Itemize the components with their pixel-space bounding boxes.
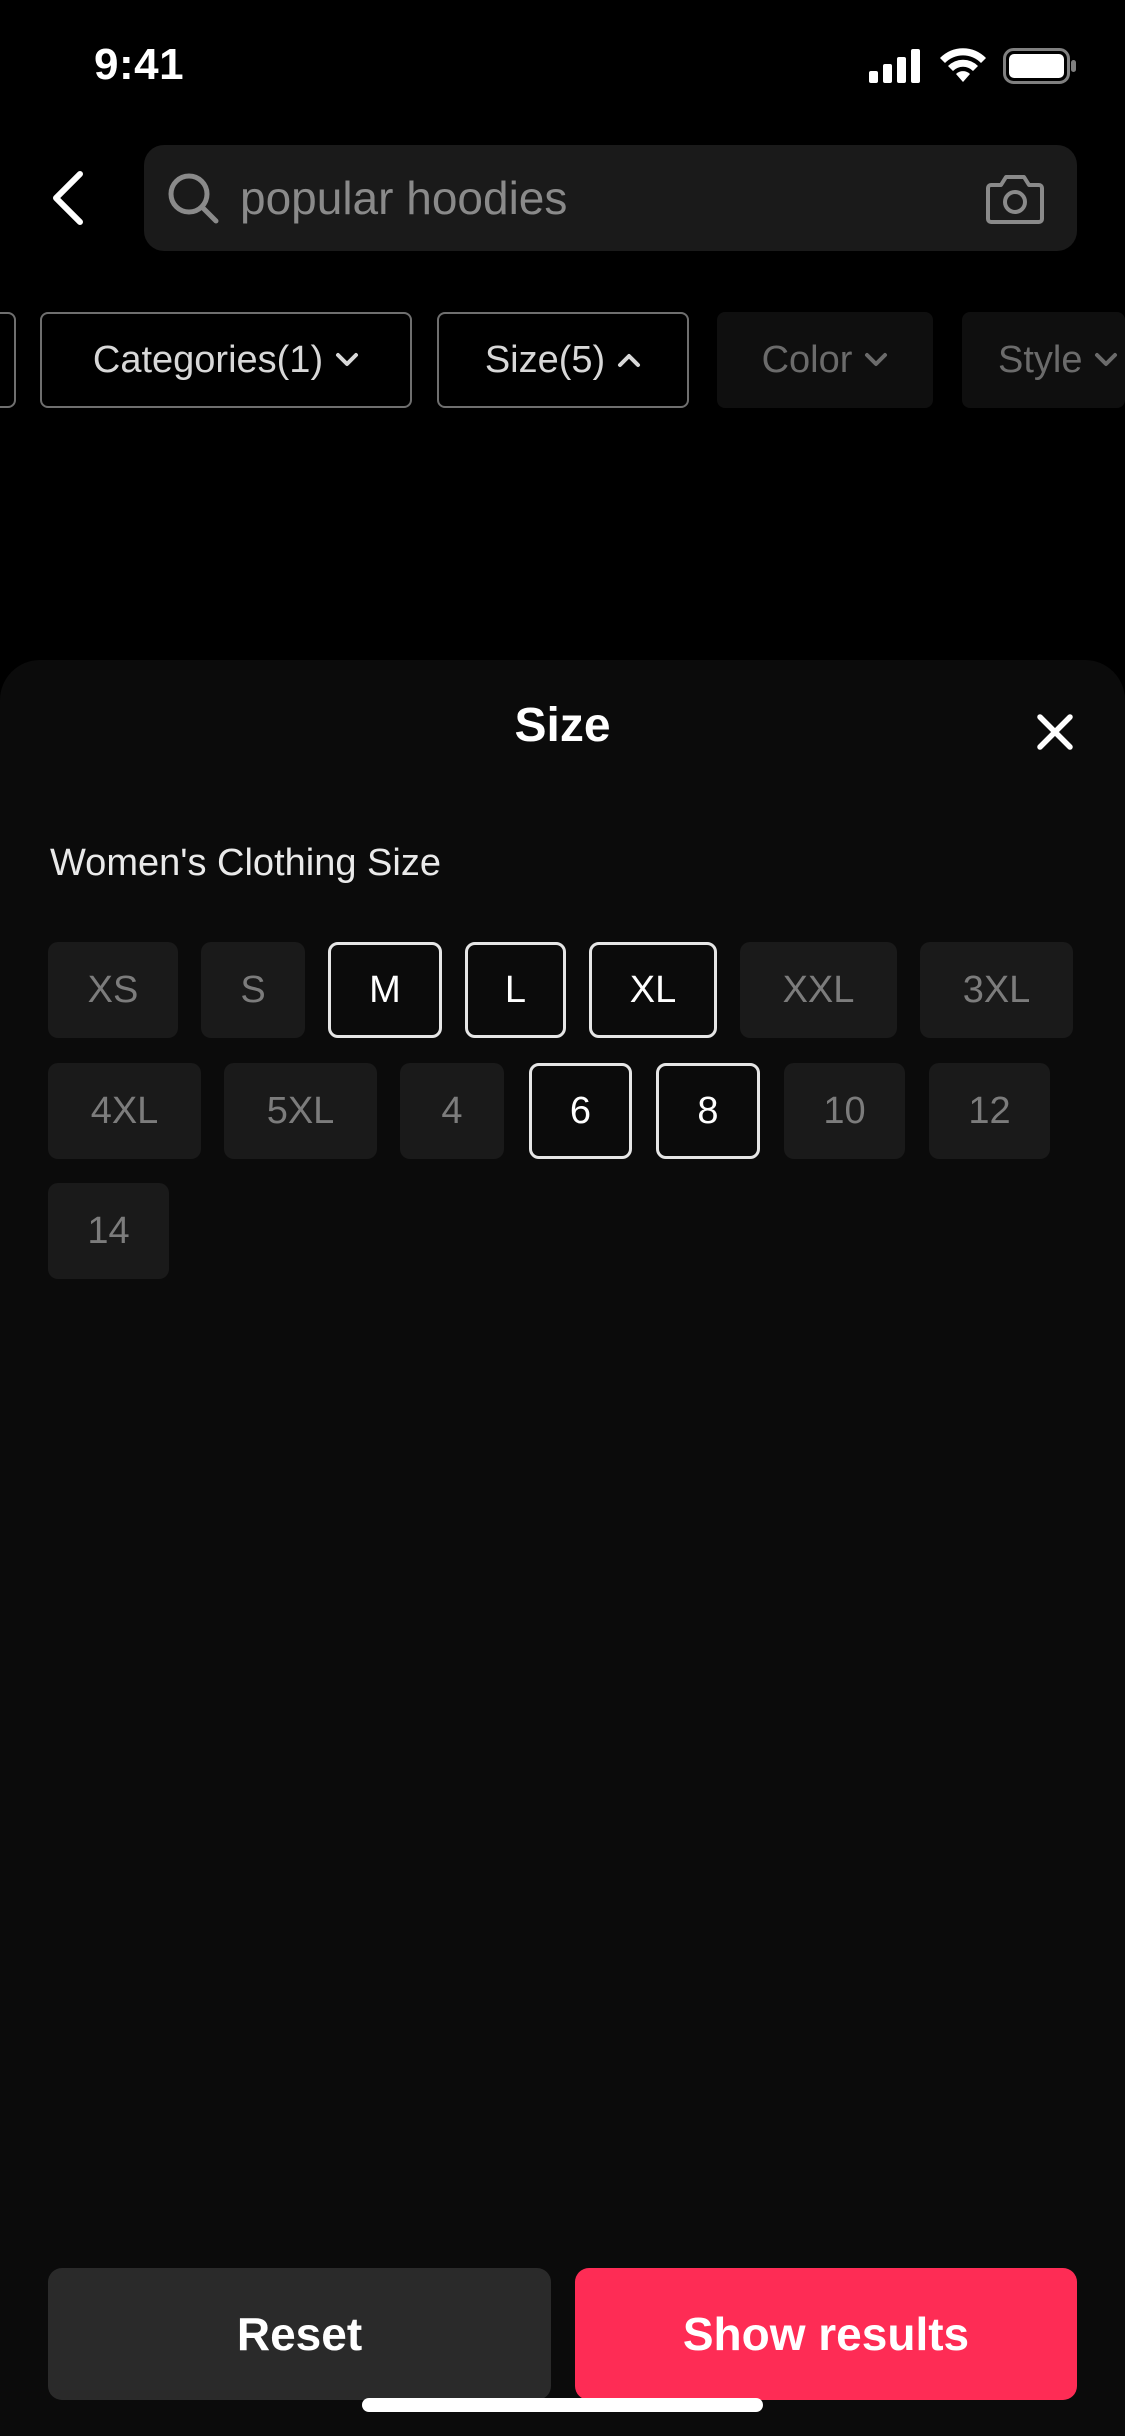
size-option[interactable]: 10 — [784, 1063, 905, 1159]
filter-chip-label: Color — [761, 338, 853, 381]
back-button[interactable] — [40, 160, 96, 236]
chevron-down-icon — [1095, 353, 1118, 366]
size-option-label: 3XL — [962, 968, 1031, 1011]
chevron-down-icon — [865, 353, 888, 366]
size-option-label: 12 — [968, 1089, 1011, 1132]
section-label: Women's Clothing Size — [50, 842, 441, 884]
status-bar: 9:41 — [0, 0, 1125, 135]
size-option[interactable]: 4XL — [48, 1063, 201, 1159]
size-option-label: 10 — [823, 1089, 866, 1132]
search-icon — [168, 173, 219, 224]
filter-chip-partial[interactable] — [0, 312, 16, 408]
size-option-label: 5XL — [266, 1089, 335, 1132]
status-time: 9:41 — [94, 40, 185, 89]
size-filter-sheet: Size Women's Clothing Size XS S M L XL X… — [0, 660, 1125, 2436]
size-option-label: XS — [87, 968, 139, 1011]
chevron-down-icon — [336, 353, 359, 366]
home-indicator — [362, 2398, 763, 2412]
search-query: popular hoodies — [240, 172, 568, 224]
size-option-label: 6 — [569, 1089, 592, 1132]
size-option[interactable]: L — [465, 942, 566, 1038]
close-button[interactable] — [1023, 700, 1087, 764]
reset-button-label: Reset — [236, 2308, 363, 2360]
size-option[interactable]: 4 — [400, 1063, 504, 1159]
size-option-label: 14 — [87, 1209, 130, 1252]
filter-chip-size[interactable]: Size(5) — [437, 312, 689, 408]
reset-button[interactable]: Reset — [48, 2268, 551, 2400]
size-option[interactable]: XXL — [740, 942, 897, 1038]
filter-chip-style[interactable]: Style — [962, 312, 1125, 408]
close-icon — [1037, 714, 1073, 750]
size-option-label: M — [369, 968, 401, 1011]
size-option-label: 4XL — [90, 1089, 159, 1132]
status-icons — [869, 48, 1077, 84]
filter-chip-color[interactable]: Color — [717, 312, 933, 408]
size-option-label: XL — [629, 968, 677, 1011]
size-option[interactable]: 3XL — [920, 942, 1073, 1038]
battery-icon — [1003, 48, 1076, 84]
size-option-label: L — [504, 968, 527, 1011]
search-input[interactable]: popular hoodies — [144, 145, 1077, 251]
size-option[interactable]: XL — [589, 942, 717, 1038]
size-option[interactable]: 6 — [529, 1063, 632, 1159]
size-option[interactable]: 8 — [656, 1063, 760, 1159]
size-option[interactable]: XS — [48, 942, 178, 1038]
filter-chip-label: Style — [998, 338, 1083, 381]
size-option-label: S — [240, 968, 266, 1011]
chevron-up-icon — [618, 354, 641, 367]
show-results-button[interactable]: Show results — [575, 2268, 1077, 2400]
filter-chip-row: Categories(1) Size(5) Color Style — [0, 312, 1125, 408]
size-option-label: XXL — [782, 968, 855, 1011]
filter-chip-label: Size(5) — [484, 338, 606, 381]
sheet-title: Size — [514, 699, 611, 752]
show-results-button-label: Show results — [682, 2308, 970, 2360]
back-arrow-icon — [53, 171, 83, 225]
size-option[interactable]: 12 — [929, 1063, 1050, 1159]
size-option[interactable]: 14 — [48, 1183, 169, 1279]
wifi-icon — [940, 48, 986, 82]
screen: 9:41 popular hoodies Categories(1) Size(… — [0, 0, 1125, 2436]
camera-icon[interactable] — [985, 171, 1045, 225]
size-option-label: 4 — [441, 1089, 463, 1132]
size-option[interactable]: M — [328, 942, 442, 1038]
filter-chip-label: Categories(1) — [92, 338, 324, 381]
size-option-label: 8 — [697, 1089, 719, 1132]
size-option[interactable]: S — [201, 942, 305, 1038]
filter-chip-categories[interactable]: Categories(1) — [40, 312, 412, 408]
signal-icon — [869, 49, 920, 83]
size-option[interactable]: 5XL — [224, 1063, 377, 1159]
